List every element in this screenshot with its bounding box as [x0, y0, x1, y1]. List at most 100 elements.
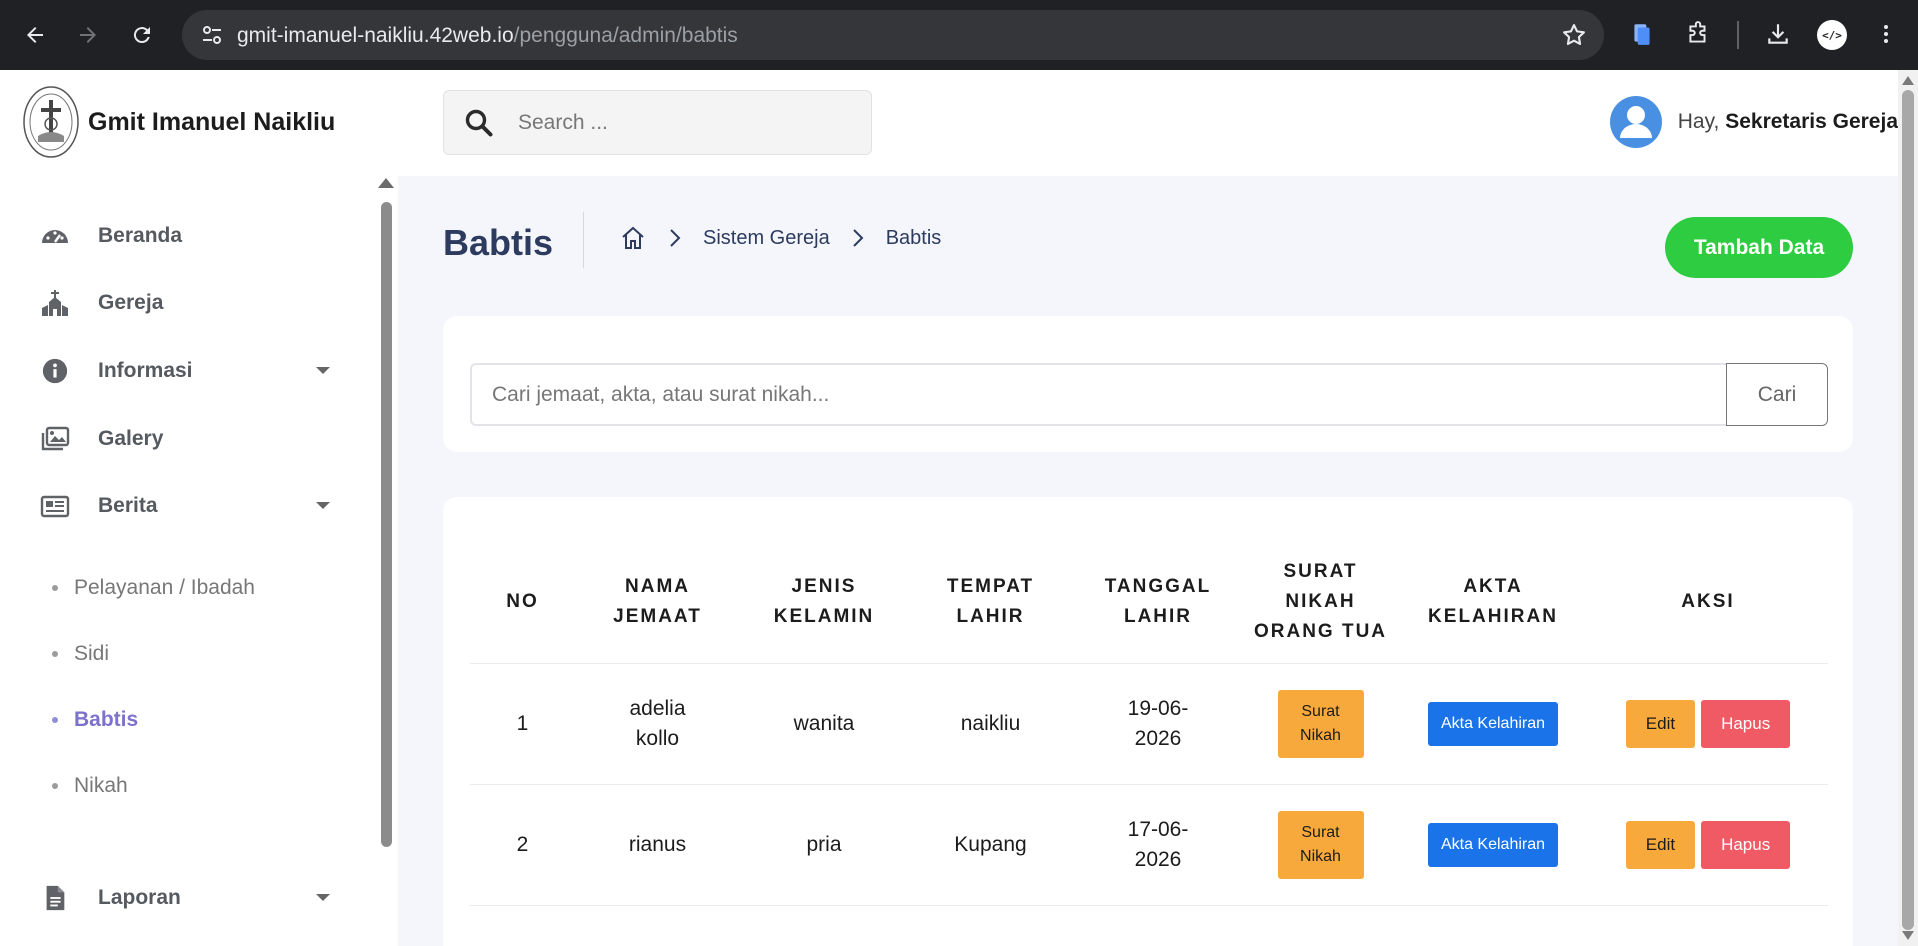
table-card: NO NAMA JEMAAT JENIS KELAMIN TEMPAT LAHI…	[443, 497, 1853, 946]
extension-docs-icon[interactable]	[1626, 18, 1658, 50]
cell-no: 2	[470, 784, 575, 906]
sidebar-scroll-thumb[interactable]	[381, 202, 392, 847]
global-search[interactable]	[443, 90, 872, 155]
chevron-down-icon	[316, 367, 330, 374]
reload-icon	[133, 27, 150, 44]
sidebar-item-gereja[interactable]: Gereja	[40, 283, 340, 323]
page-header: Babtis Sistem Gereja Babtis Tambah Data	[443, 212, 1853, 282]
cell-tanggal-text: 19-06-2026	[1127, 697, 1189, 750]
cell-tanggal-text: 17-06-2026	[1127, 818, 1189, 871]
breadcrumb-item-current: Babtis	[885, 226, 942, 249]
sidebar-item-label: Galery	[98, 427, 164, 450]
sidebar-item-label: Berita	[98, 494, 158, 517]
surat-nikah-button[interactable]: Surat Nikah	[1277, 690, 1364, 758]
toolbar-separator	[1737, 21, 1739, 49]
filter-search-input[interactable]	[470, 363, 1726, 426]
edit-button[interactable]: Edit	[1625, 700, 1696, 748]
church-seal-logo	[23, 86, 79, 158]
images-icon	[40, 424, 70, 454]
sidebar-item-galery[interactable]: Galery	[40, 419, 340, 459]
cell-tempat-lahir: naikliu	[908, 663, 1073, 785]
cell-akta: Akta Kelahiran	[1398, 663, 1588, 785]
title-divider	[583, 212, 584, 268]
gauge-icon	[40, 221, 70, 251]
user-icon	[1619, 106, 1652, 138]
sidebar-item-label: Informasi	[98, 359, 193, 382]
cell-tanggal-lahir: 19-06-2026	[1073, 663, 1243, 785]
url-text[interactable]: gmit-imanuel-naikliu.42web.io/pengguna/a…	[237, 24, 738, 48]
sidebar-item-label: Laporan	[98, 886, 181, 909]
cell-akta: Akta Kelahiran	[1398, 784, 1588, 906]
add-data-button[interactable]: Tambah Data	[1665, 217, 1853, 278]
submenu-item-pelayanan[interactable]: Pelayanan / Ibadah	[52, 573, 255, 603]
sidebar-scrollbar[interactable]	[378, 178, 394, 938]
home-icon[interactable]	[619, 224, 647, 252]
download-icon[interactable]	[1762, 18, 1794, 50]
surat-nikah-button[interactable]: Surat Nikah	[1277, 811, 1364, 879]
user-greeting: Hay, Sekretaris Gereja	[1678, 110, 1898, 134]
url-host: gmit-imanuel-naikliu.42web.io	[237, 24, 514, 47]
arrow-right-icon	[80, 27, 96, 43]
back-button[interactable]	[17, 17, 53, 53]
column-header-akta: AKTA KELAHIRAN	[1398, 557, 1588, 664]
forward-button[interactable]	[70, 17, 106, 53]
browser-menu-icon[interactable]	[1870, 18, 1902, 50]
sidebar-item-beranda[interactable]: Beranda	[40, 216, 340, 256]
bullet-icon	[52, 783, 58, 789]
column-header-no: NO	[470, 557, 575, 664]
url-path: /pengguna/admin/babtis	[513, 24, 738, 47]
address-bar[interactable]: gmit-imanuel-naikliu.42web.io/pengguna/a…	[182, 10, 1604, 60]
cell-tanggal-lahir: 17-06-2026	[1073, 784, 1243, 906]
table-header-row: NO NAMA JEMAAT JENIS KELAMIN TEMPAT LAHI…	[470, 557, 1828, 664]
akta-kelahiran-button[interactable]: Akta Kelahiran	[1428, 702, 1558, 746]
bookmark-star-icon[interactable]	[1560, 21, 1588, 49]
sidebar-item-laporan[interactable]: Laporan	[40, 878, 340, 918]
search-input[interactable]	[518, 91, 858, 154]
scroll-down-arrow-icon[interactable]	[1902, 931, 1914, 940]
chevron-down-icon	[316, 894, 330, 901]
extensions-puzzle-icon[interactable]	[1682, 18, 1714, 50]
arrow-left-icon	[27, 27, 43, 43]
newspaper-icon	[40, 491, 70, 521]
sidebar-item-label: Gereja	[98, 291, 164, 314]
submenu-item-label: Sidi	[74, 642, 110, 665]
site-settings-icon[interactable]	[200, 23, 224, 47]
scroll-up-arrow-icon[interactable]	[1902, 76, 1914, 85]
akta-kelahiran-button[interactable]: Akta Kelahiran	[1428, 823, 1558, 867]
cell-surat-nikah: Surat Nikah	[1243, 663, 1398, 785]
sidebar-item-berita[interactable]: Berita	[40, 486, 340, 526]
cell-aksi: Edit Hapus	[1588, 784, 1828, 906]
user-avatar[interactable]	[1609, 96, 1662, 148]
edit-button[interactable]: Edit	[1625, 821, 1696, 869]
bullet-icon	[52, 585, 58, 591]
submenu-item-sidi[interactable]: Sidi	[52, 639, 109, 669]
submenu-item-nikah[interactable]: Nikah	[52, 771, 128, 801]
cell-jenis-kelamin: wanita	[740, 663, 908, 785]
filter-card: Cari	[443, 316, 1853, 452]
bullet-icon	[52, 651, 58, 657]
submenu-item-label: Nikah	[74, 774, 128, 797]
cell-surat-nikah: Surat Nikah	[1243, 784, 1398, 906]
brand[interactable]: Gmit Imanuel Naikliu	[22, 84, 335, 160]
cell-nama: rianus	[575, 784, 740, 906]
user-menu[interactable]: Hay, Sekretaris Gereja	[1609, 96, 1898, 148]
delete-button[interactable]: Hapus	[1701, 821, 1791, 869]
browser-toolbar: gmit-imanuel-naikliu.42web.io/pengguna/a…	[0, 0, 1918, 70]
reload-button[interactable]	[124, 17, 160, 53]
top-header: Hay, Sekretaris Gereja	[398, 70, 1898, 176]
cell-jenis-kelamin: pria	[740, 784, 908, 906]
profile-avatar[interactable]: </>	[1817, 20, 1847, 50]
page-scroll-thumb[interactable]	[1902, 90, 1914, 930]
delete-button[interactable]: Hapus	[1701, 700, 1791, 748]
page-scrollbar[interactable]	[1898, 70, 1918, 946]
submenu-item-babtis[interactable]: Babtis	[52, 705, 138, 735]
filter-search-button[interactable]: Cari	[1726, 363, 1828, 426]
sidebar-item-informasi[interactable]: Informasi	[40, 351, 340, 391]
church-icon	[40, 288, 70, 318]
breadcrumb-item[interactable]: Sistem Gereja	[703, 227, 830, 250]
chevron-right-icon	[670, 229, 681, 247]
submenu-item-label: Babtis	[74, 708, 139, 731]
search-icon	[465, 109, 493, 137]
sidebar: Gmit Imanuel Naikliu Beranda Gereja Info…	[0, 70, 398, 946]
scroll-up-arrow-icon[interactable]	[378, 178, 394, 188]
